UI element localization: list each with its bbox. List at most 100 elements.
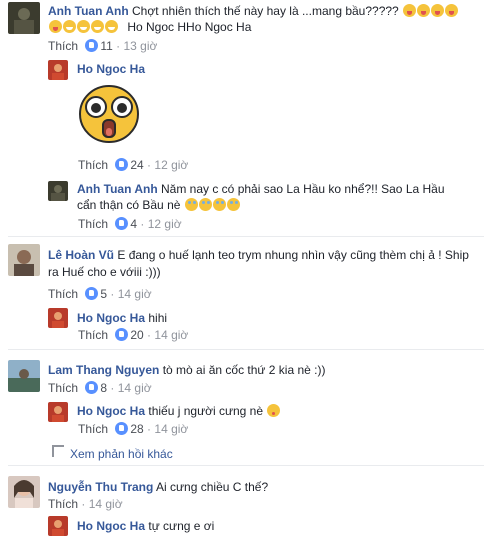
comment-body: Lê Hoàn Vũ E đang o huế lạnh teo trym nh… [48,247,484,263]
divider [8,349,484,350]
like-button[interactable]: Thích [78,328,108,342]
timestamp[interactable]: 14 giờ [89,497,123,511]
like-button[interactable]: Thích [48,497,78,511]
like-button[interactable]: Thích [48,381,78,395]
avatar[interactable] [48,181,68,201]
emoji-group [48,20,121,34]
comment-meta: Thích 11 · 13 giờ [48,39,158,53]
like-button[interactable]: Thích [48,39,78,53]
comment-text: Ai cưng chiều C thế? [156,480,269,494]
avatar[interactable] [48,402,68,422]
comment-text: Năm nay c có phải sao La Hầu ko nhể?!! S… [161,182,445,196]
timestamp[interactable]: 12 giờ [154,158,188,172]
like-count[interactable]: 4 [130,217,137,231]
like-button[interactable]: Thích [78,217,108,231]
comment-text: tự cưng e ơi [148,519,215,533]
comment-text: cẩn thận có Bầu nè [77,198,181,212]
grinning-emoji-icon [77,20,90,33]
sad-emoji-icon [226,198,240,211]
comment-body: Anh Tuan Anh Năm nay c có phải sao La Hầ… [77,181,482,197]
mention-tags[interactable]: Ho Ngoc HHo Ngoc Ha [127,20,251,34]
comment-meta: Thích 5 · 14 giờ [48,287,152,301]
comment-author[interactable]: Lê Hoàn Vũ [48,248,114,262]
comment-author[interactable]: Nguyễn Thu Trang [48,480,153,494]
comment-body-line2: cẩn thận có Bầu nè [77,197,240,213]
like-count[interactable]: 24 [130,158,143,172]
laughing-tongue-emoji-icon [403,4,417,17]
sad-emoji-icon [198,198,212,211]
avatar[interactable] [48,516,68,536]
like-count-icon [115,328,129,341]
comment-text: tò mò ai ăn cốc thứ 2 kia nè :)) [162,363,326,377]
like-button[interactable]: Thích [78,422,108,436]
timestamp[interactable]: 13 giờ [124,39,158,53]
divider [8,236,484,237]
comment-author[interactable]: Ho Ngoc Ha [77,62,145,76]
like-count[interactable]: 20 [130,328,143,342]
timestamp[interactable]: 14 giờ [154,422,188,436]
comment-text: ra Huế cho e vớiii :))) [48,265,161,279]
like-button[interactable]: Thích [48,287,78,301]
grinning-emoji-icon [105,20,118,33]
comment-body: Ho Ngoc Ha thiếu j người cưng nè [77,403,281,419]
more-replies-link[interactable]: Xem phản hồi khác [52,445,173,461]
avatar[interactable] [8,244,40,276]
like-count-icon [115,158,129,171]
comment-body-line2: ra Huế cho e vớiii :))) [48,264,161,280]
comment-body-line2: Ho Ngoc HHo Ngoc Ha [48,19,251,35]
like-count[interactable]: 11 [100,39,112,53]
comment-meta: Thích 28 · 14 giờ [78,422,189,436]
laughing-tongue-emoji-icon [49,20,62,33]
comment-body: Lam Thang Nguyen tò mò ai ăn cốc thứ 2 k… [48,362,325,378]
comment-meta: Thích · 14 giờ [48,497,123,511]
laughing-tongue-emoji-icon [417,4,431,17]
like-count-icon [85,381,99,394]
comment-text: thiếu j người cưng nè [148,404,264,418]
comment-body: Ho Ngoc Ha hihi [77,310,167,326]
like-count[interactable]: 5 [100,287,107,301]
comment-author-line: Ho Ngoc Ha [77,62,145,76]
avatar[interactable] [48,308,68,328]
kiss-emoji-icon [267,404,281,417]
comment-meta: Thích 4 · 12 giờ [78,217,182,231]
laughing-tongue-emoji-icon [431,4,445,17]
like-count-icon [115,217,129,230]
comment-meta: Thích 20 · 14 giờ [78,328,189,342]
like-count[interactable]: 28 [130,422,143,436]
emoji-group [402,4,459,18]
more-replies-label: Xem phản hồi khác [70,447,173,461]
timestamp[interactable]: 12 giờ [148,217,182,231]
like-button[interactable]: Thích [78,158,108,172]
comment-body: Ho Ngoc Ha tự cưng e ơi [77,518,214,534]
timestamp[interactable]: 14 giờ [118,287,152,301]
like-count-icon [115,422,129,435]
avatar[interactable] [8,360,40,392]
sad-emoji-icon [184,198,198,211]
comment-text: Chợt nhiên thích thế này hay là ...mang … [132,4,399,18]
comment-author[interactable]: Anh Tuan Anh [77,182,158,196]
comment-author[interactable]: Ho Ngoc Ha [77,404,145,418]
comment-author[interactable]: Anh Tuan Anh [48,4,129,18]
avatar[interactable] [48,60,68,80]
comment-meta: Thích 24 · 12 giờ [78,158,189,172]
comment-meta: Thích 8 · 14 giờ [48,381,152,395]
comment-author[interactable]: Ho Ngoc Ha [77,519,145,533]
sad-emoji-icon [212,198,226,211]
divider [8,465,484,466]
like-count-icon [85,39,99,52]
comment-author[interactable]: Lam Thang Nguyen [48,363,159,377]
laughing-tongue-emoji-icon [445,4,459,17]
shocked-face-sticker [78,82,140,144]
avatar[interactable] [8,476,40,508]
comment-author[interactable]: Ho Ngoc Ha [77,311,145,325]
avatar[interactable] [8,2,40,34]
comment-text: hihi [148,311,168,325]
grinning-emoji-icon [63,20,76,33]
comment-text: E đang o huế lạnh teo trym nhung nhìn vậ… [117,248,469,262]
like-count-icon [85,287,99,300]
timestamp[interactable]: 14 giờ [118,381,152,395]
like-count[interactable]: 8 [100,381,107,395]
comment-body: Anh Tuan Anh Chợt nhiên thích thế này ha… [48,3,484,19]
timestamp[interactable]: 14 giờ [154,328,188,342]
reply-arrow-icon [52,445,64,457]
